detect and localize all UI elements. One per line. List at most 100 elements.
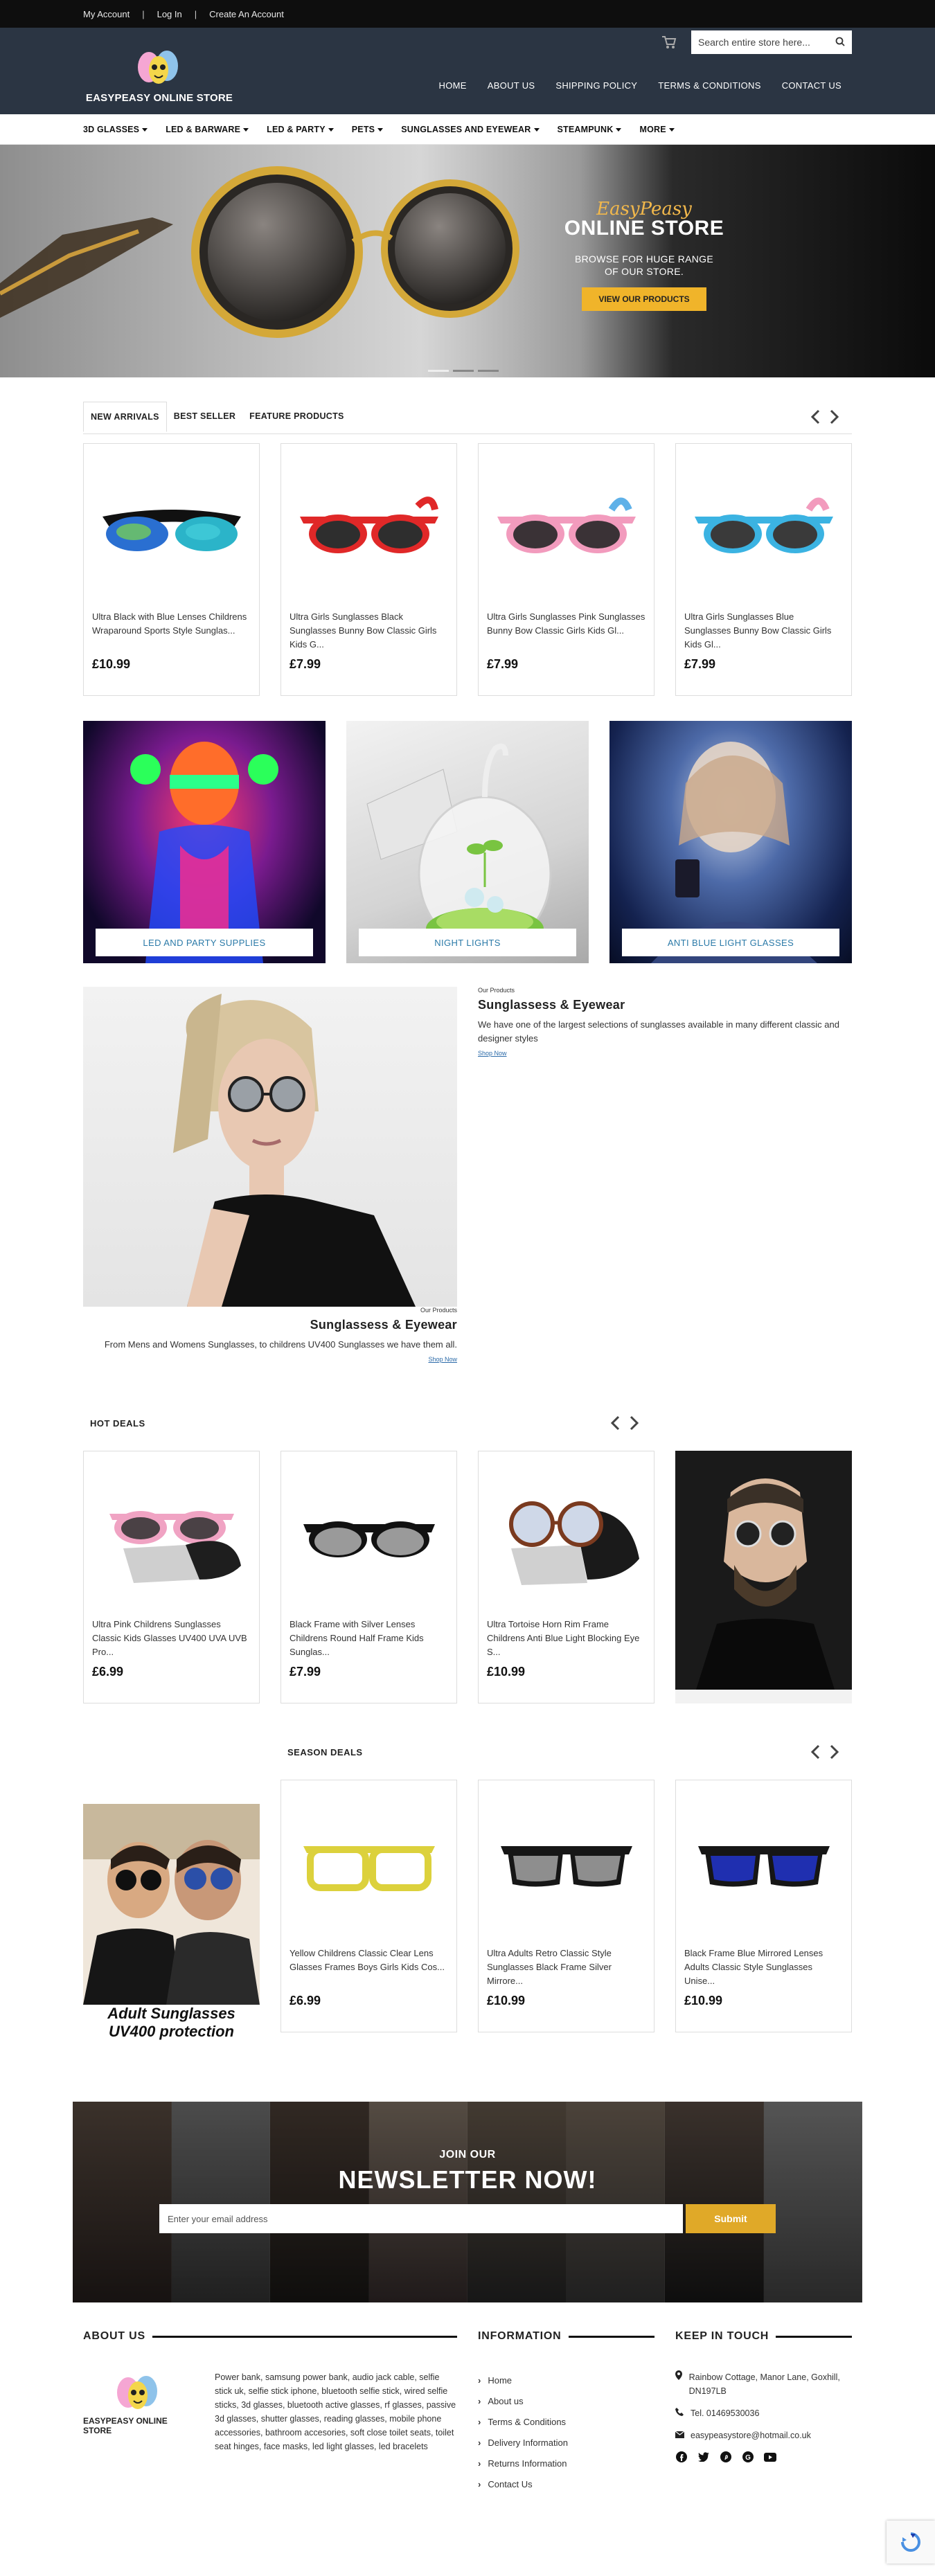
product-card[interactable]: Black Frame with Silver Lenses Childrens… [280, 1451, 457, 1703]
prev-arrow-icon[interactable] [809, 1744, 821, 1760]
product-price: £6.99 [290, 1994, 321, 2007]
shop-now-link[interactable]: Shop Now [478, 1050, 507, 1057]
product-card[interactable]: Black Frame Blue Mirrored Lenses Adults … [675, 1780, 852, 2032]
view-products-button[interactable]: VIEW OUR PRODUCTS [582, 287, 706, 311]
banner-night-lights[interactable]: NIGHT LIGHTS [346, 721, 589, 963]
category-sunglasses[interactable]: SUNGLASSES AND EYEWEAR [401, 125, 540, 134]
my-account-link[interactable]: My Account [83, 9, 130, 19]
product-card[interactable]: Ultra Black with Blue Lenses Childrens W… [83, 443, 260, 696]
product-title[interactable]: Ultra Pink Childrens Sunglasses Classic … [84, 1618, 259, 1659]
nav-contact-us[interactable]: CONTACT US [772, 80, 852, 91]
category-label: PETS [351, 125, 375, 134]
search-input[interactable] [698, 37, 835, 48]
tab-new-arrivals[interactable]: NEW ARRIVALS [83, 401, 167, 432]
footer-touch-heading: KEEP IN TOUCH [675, 2330, 852, 2343]
footer-phone[interactable]: Tel. 01469530036 [691, 2406, 759, 2420]
prev-arrow-icon[interactable] [809, 409, 821, 425]
youtube-icon[interactable] [764, 2451, 776, 2463]
product-title[interactable]: Ultra Black with Blue Lenses Childrens W… [84, 610, 259, 652]
next-arrow-icon[interactable] [828, 1744, 841, 1760]
banner-label[interactable]: LED AND PARTY SUPPLIES [96, 929, 313, 956]
create-account-link[interactable]: Create An Account [209, 9, 284, 19]
search-box [691, 30, 852, 54]
banner-anti-blue-light[interactable]: ANTI BLUE LIGHT GLASSES [609, 721, 852, 963]
slider-dot[interactable] [428, 370, 449, 372]
hot-deals-side-banner[interactable] [675, 1451, 852, 1703]
banner-label[interactable]: ANTI BLUE LIGHT GLASSES [622, 929, 839, 956]
product-title[interactable]: Ultra Girls Sunglasses Blue Sunglasses B… [676, 610, 851, 652]
next-arrow-icon[interactable] [828, 409, 841, 425]
social-links: G [675, 2451, 852, 2463]
product-card[interactable]: Ultra Pink Childrens Sunglasses Classic … [83, 1451, 260, 1703]
season-banner-text: Adult Sunglasses [107, 2005, 235, 2022]
login-link[interactable]: Log In [157, 9, 182, 19]
newsletter-email-input[interactable] [159, 2204, 683, 2233]
nav-shipping-policy[interactable]: SHIPPING POLICY [545, 80, 648, 91]
product-image [676, 444, 851, 610]
footer: ABOUT US EASYPEASY ONLINE STORE Power ba… [83, 2330, 852, 2495]
next-arrow-icon[interactable] [628, 1415, 641, 1431]
site-logo[interactable]: EASYPEASY ONLINE STORE [83, 45, 235, 104]
banner-led-party[interactable]: LED AND PARTY SUPPLIES [83, 721, 326, 963]
tab-best-seller[interactable]: BEST SELLER [167, 402, 242, 432]
product-card[interactable]: Ultra Girls Sunglasses Black Sunglasses … [280, 443, 457, 696]
twitter-icon[interactable] [697, 2451, 710, 2463]
category-more[interactable]: MORE [639, 125, 675, 134]
product-title[interactable]: Black Frame Blue Mirrored Lenses Adults … [676, 1947, 851, 1988]
footer-link-terms[interactable]: › Terms & Conditions [478, 2412, 654, 2433]
footer-link-returns[interactable]: › Returns Information [478, 2453, 654, 2474]
footer-link-contact[interactable]: › Contact Us [478, 2474, 654, 2495]
product-card[interactable]: Ultra Girls Sunglasses Pink Sunglasses B… [478, 443, 654, 696]
product-card[interactable]: Ultra Girls Sunglasses Blue Sunglasses B… [675, 443, 852, 696]
hero-slider[interactable]: EasyPeasy ONLINE STORE BROWSE FOR HUGE R… [0, 145, 935, 377]
newsletter-submit-button[interactable]: Submit [686, 2204, 776, 2233]
category-pets[interactable]: PETS [351, 125, 384, 134]
product-card[interactable]: Yellow Childrens Classic Clear Lens Glas… [280, 1780, 457, 2032]
banner-label[interactable]: NIGHT LIGHTS [359, 929, 576, 956]
search-icon[interactable] [835, 37, 845, 48]
pinterest-icon[interactable] [720, 2451, 732, 2463]
product-title[interactable]: Ultra Girls Sunglasses Black Sunglasses … [281, 610, 456, 652]
google-icon[interactable]: G [742, 2451, 754, 2463]
facebook-icon[interactable] [675, 2451, 688, 2463]
slider-dot[interactable] [453, 370, 474, 372]
slider-dot[interactable] [478, 370, 499, 372]
nav-home[interactable]: HOME [429, 80, 477, 91]
hot-deals-grid: Ultra Pink Childrens Sunglasses Classic … [83, 1451, 852, 1703]
product-price: £10.99 [684, 1994, 723, 2007]
season-side-banner[interactable]: Adult Sunglasses UV400 protection [83, 1780, 260, 2040]
recaptcha-badge[interactable] [887, 2521, 935, 2564]
category-steampunk[interactable]: STEAMPUNK [558, 125, 622, 134]
category-label: STEAMPUNK [557, 125, 614, 134]
footer-logo[interactable]: EASYPEASY ONLINE STORE [83, 2370, 194, 2453]
footer-link-about[interactable]: › About us [478, 2391, 654, 2412]
product-title[interactable]: Black Frame with Silver Lenses Childrens… [281, 1618, 456, 1659]
product-title[interactable]: Ultra Adults Retro Classic Style Sunglas… [479, 1947, 654, 1988]
shop-now-link[interactable]: Shop Now [428, 1356, 457, 1363]
product-card[interactable]: Ultra Tortoise Horn Rim Frame Childrens … [478, 1451, 654, 1703]
footer-email[interactable]: easypeasystore@hotmail.co.uk [691, 2429, 811, 2442]
season-deals-header: SEASON DEALS [83, 1738, 852, 1766]
product-image [281, 444, 456, 610]
category-3d-glasses[interactable]: 3D GLASSES [83, 125, 148, 134]
nav-about-us[interactable]: ABOUT US [477, 80, 546, 91]
product-card[interactable]: Ultra Adults Retro Classic Style Sunglas… [478, 1780, 654, 2032]
category-led-barware[interactable]: LED & BARWARE [166, 125, 249, 134]
product-title[interactable]: Ultra Girls Sunglasses Pink Sunglasses B… [479, 610, 654, 652]
footer-link-delivery[interactable]: › Delivery Information [478, 2433, 654, 2453]
footer-link-home[interactable]: › Home [478, 2370, 654, 2391]
product-title[interactable]: Yellow Childrens Classic Clear Lens Glas… [281, 1947, 456, 1988]
product-title[interactable]: Ultra Tortoise Horn Rim Frame Childrens … [479, 1618, 654, 1659]
feature-text: From Mens and Womens Sunglasses, to chil… [104, 1339, 457, 1350]
prev-arrow-icon[interactable] [609, 1415, 621, 1431]
product-image [676, 1780, 851, 1947]
category-led-party[interactable]: LED & PARTY [267, 125, 334, 134]
woman-phone-image [651, 742, 817, 963]
category-label: LED & PARTY [267, 125, 326, 134]
cart-icon[interactable] [659, 33, 679, 52]
tab-feature-products[interactable]: FEATURE PRODUCTS [242, 402, 351, 432]
nav-terms[interactable]: TERMS & CONDITIONS [648, 80, 771, 91]
footer-about-heading: ABOUT US [83, 2330, 457, 2343]
feature-text: We have one of the largest selections of… [478, 1019, 839, 1044]
product-price: £7.99 [290, 657, 321, 671]
